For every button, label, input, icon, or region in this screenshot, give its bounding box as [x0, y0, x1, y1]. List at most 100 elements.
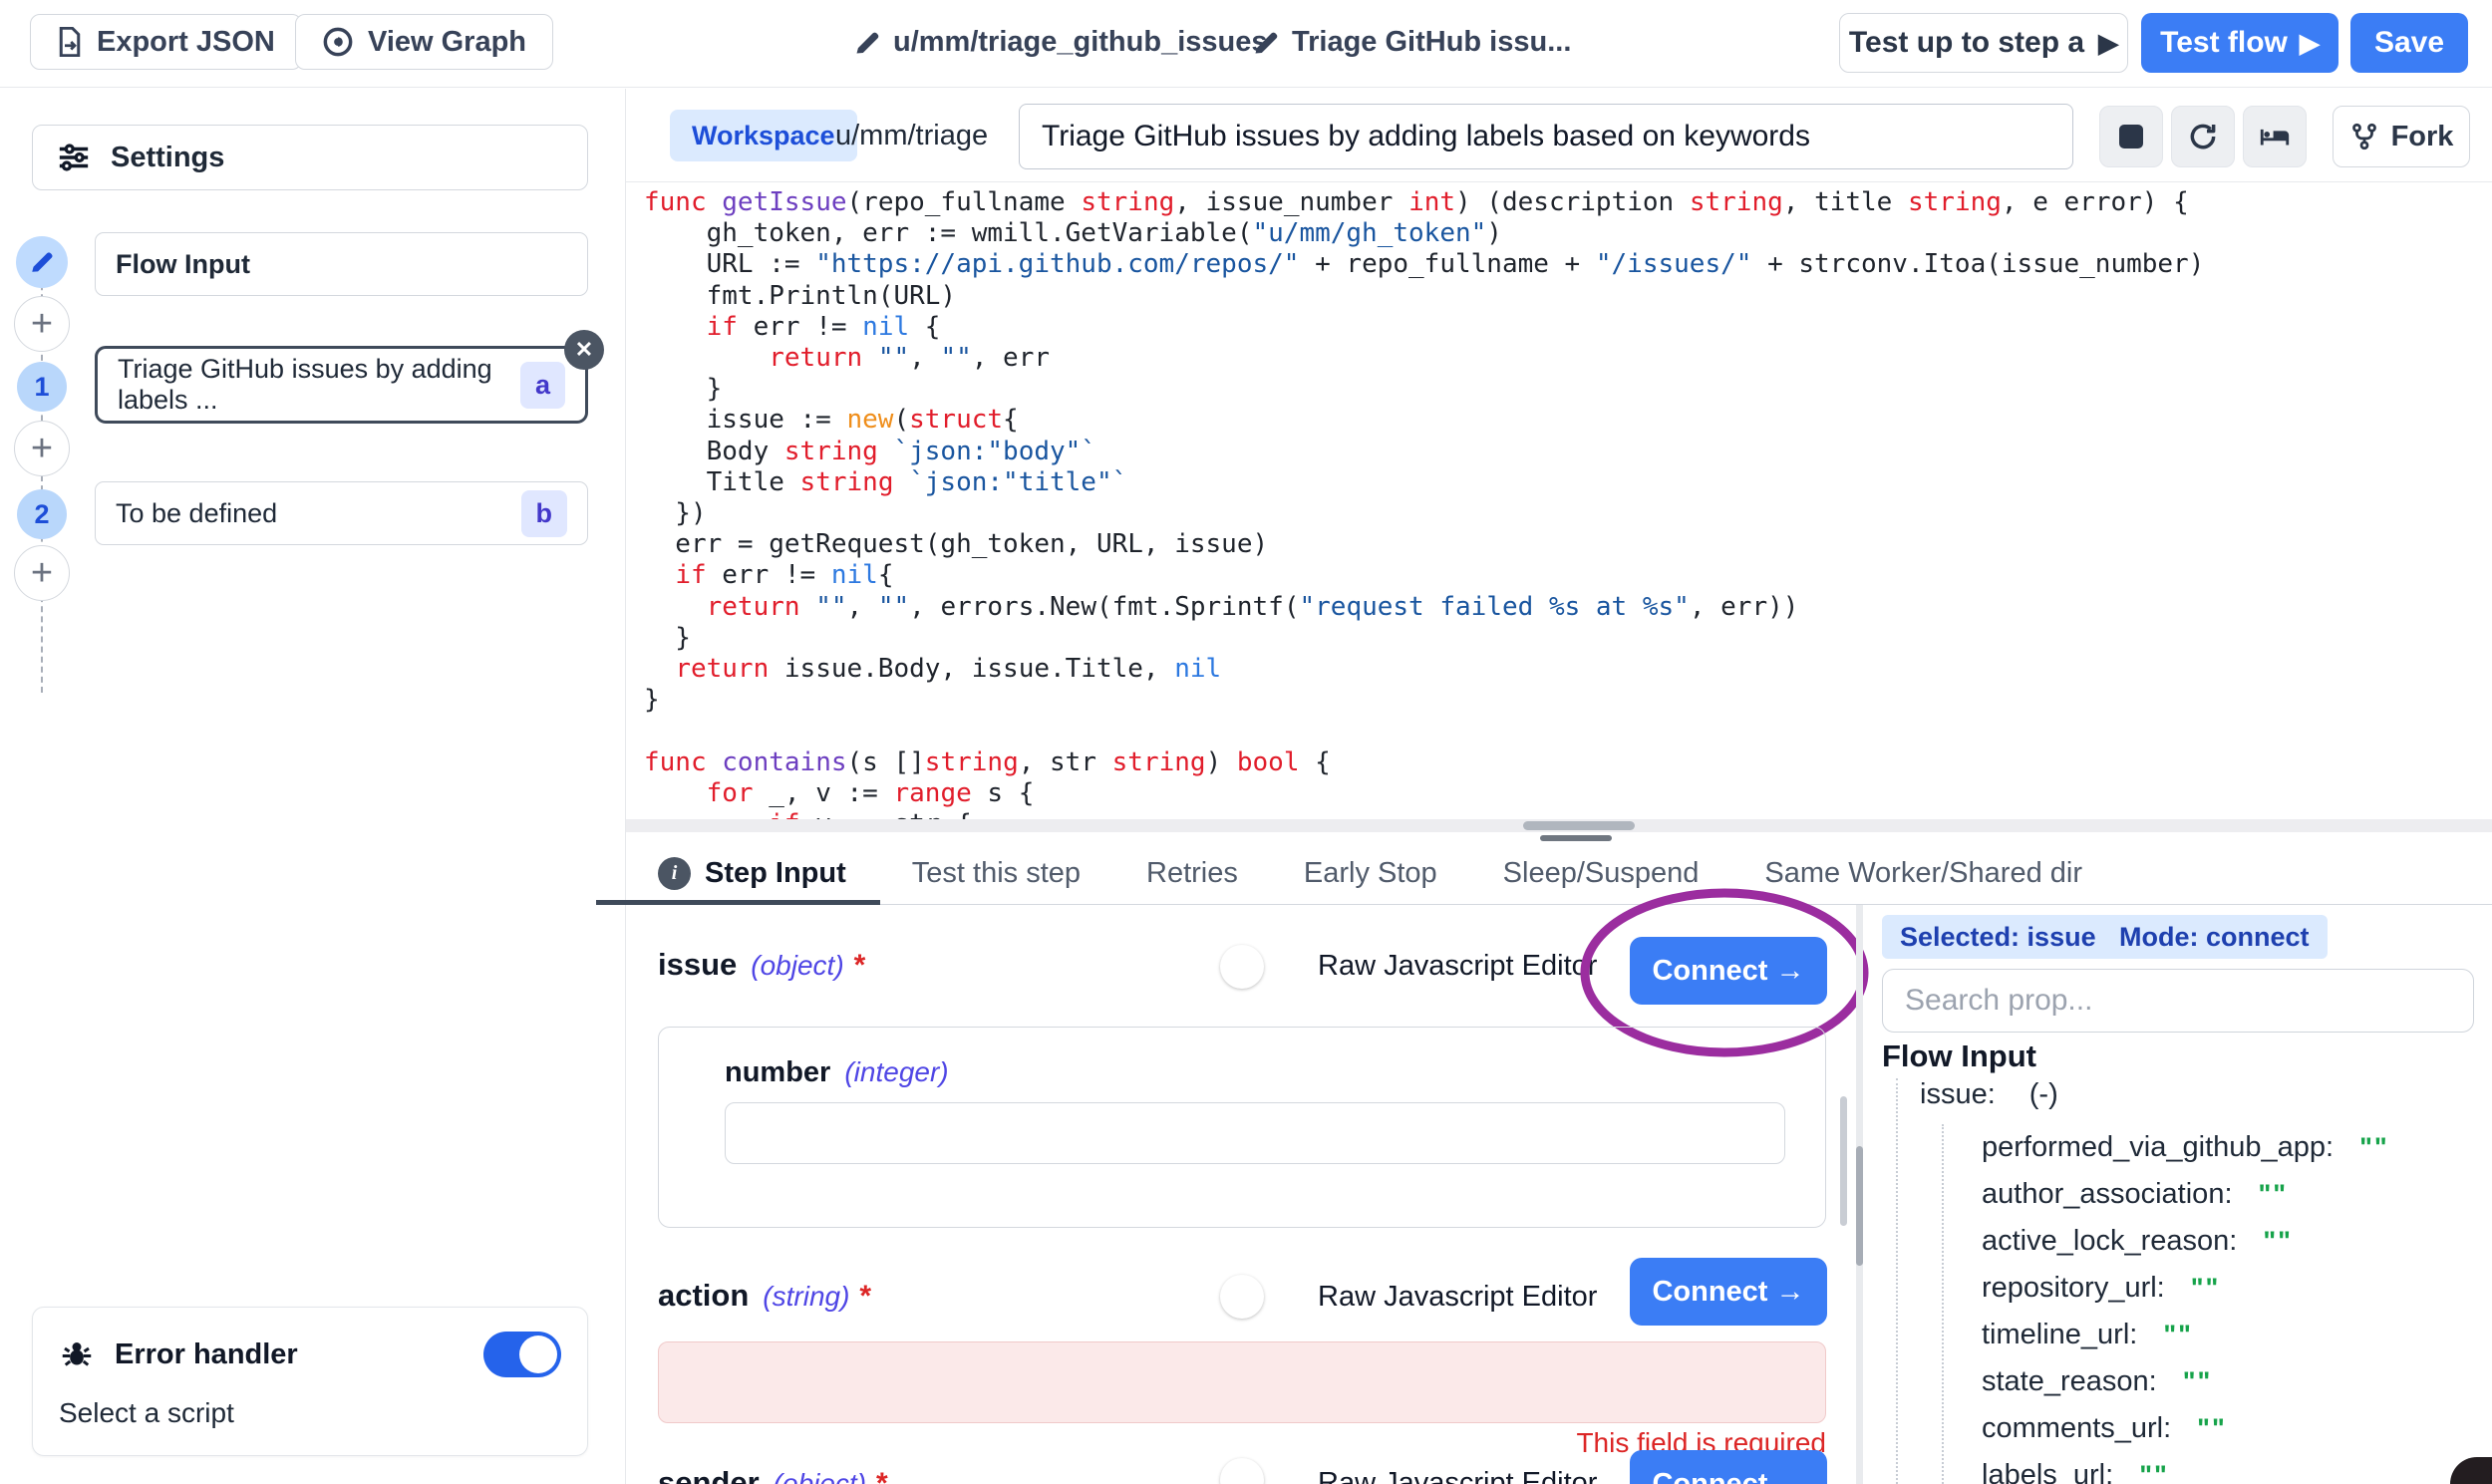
- bed-icon: [2258, 120, 2292, 153]
- sleep-button[interactable]: [2243, 106, 2307, 167]
- code-line: [644, 716, 2488, 746]
- code-line: }: [644, 374, 2488, 405]
- code-line: }: [644, 623, 2488, 654]
- sliders-icon: [57, 141, 91, 174]
- step-tabs: iStep Input Test this step Retries Early St…: [626, 842, 2492, 905]
- fork-label: Fork: [2391, 121, 2454, 153]
- selected-badge: Selected: issue: [1882, 915, 2114, 959]
- prop-row-repository_url[interactable]: repository_url:"": [1982, 1265, 2492, 1312]
- tab-early-stop[interactable]: Early Stop: [1304, 842, 1437, 904]
- required-asterisk: *: [854, 949, 866, 982]
- add-step-button[interactable]: +: [14, 296, 70, 352]
- step-node-1[interactable]: Triage GitHub issues by adding labels ..…: [95, 346, 588, 424]
- error-handler-title: Error handler: [115, 1338, 298, 1371]
- number-input[interactable]: [725, 1102, 1785, 1164]
- prop-row-labels_url[interactable]: labels_url:"": [1982, 1452, 2492, 1484]
- sender-connect-button[interactable]: Connect →: [1630, 1450, 1827, 1484]
- settings-label: Settings: [111, 142, 224, 174]
- flow-input-node[interactable]: Flow Input: [95, 232, 588, 296]
- code-line: if err != nil{: [644, 560, 2488, 591]
- add-step-button[interactable]: +: [14, 421, 70, 476]
- pencil-icon: [29, 249, 55, 275]
- panel-resize-handle[interactable]: [1540, 835, 1612, 841]
- eye-icon: [322, 26, 354, 58]
- code-line: return "", "", errors.New(fmt.Sprintf("r…: [644, 592, 2488, 623]
- field-issue-label: issue(object)*: [658, 947, 865, 983]
- fork-button[interactable]: Fork: [2333, 106, 2470, 167]
- step-1-label: Triage GitHub issues by adding labels ..…: [118, 354, 520, 416]
- save-button[interactable]: Save: [2350, 13, 2468, 73]
- test-up-to-step-button[interactable]: Test up to step a ▶: [1839, 13, 2128, 73]
- action-connect-button[interactable]: Connect →: [1630, 1258, 1827, 1326]
- settings-button[interactable]: Settings: [32, 125, 588, 190]
- pencil-icon: [853, 29, 881, 57]
- form-scrollbar-thumb[interactable]: [1840, 1096, 1847, 1226]
- export-json-button[interactable]: Export JSON: [30, 14, 302, 70]
- view-graph-button[interactable]: View Graph: [295, 14, 553, 70]
- prop-search-input[interactable]: [1882, 969, 2474, 1033]
- issue-connect-button[interactable]: Connect →: [1630, 937, 1827, 1005]
- flow-input-label: Flow Input: [116, 249, 250, 280]
- refresh-icon: [2187, 121, 2219, 152]
- play-icon: ▶: [2300, 30, 2320, 56]
- git-fork-icon: [2349, 122, 2379, 151]
- flow-path-label: u/mm/triage: [835, 120, 988, 152]
- stop-button[interactable]: [2099, 106, 2163, 167]
- flow-summary-input[interactable]: [1019, 104, 2073, 169]
- prop-row-comments_url[interactable]: comments_url:"": [1982, 1405, 2492, 1452]
- sender-raw-editor-label: Raw Javascript Editor: [1318, 1467, 1597, 1484]
- code-line: func getIssue(repo_fullname string, issu…: [644, 187, 2488, 218]
- code-line: Body string `json:"body"`: [644, 437, 2488, 467]
- prop-row-state_reason[interactable]: state_reason:"": [1982, 1358, 2492, 1405]
- tree-guide-line: [1942, 1124, 1944, 1484]
- play-icon: ▶: [2098, 30, 2118, 56]
- tab-same-worker-shared-dir[interactable]: Same Worker/Shared dir: [1764, 842, 2082, 904]
- flow-input-tree-title: Flow Input: [1882, 1039, 2036, 1074]
- save-label: Save: [2374, 26, 2444, 60]
- test-flow-button[interactable]: Test flow ▶: [2141, 13, 2338, 73]
- info-icon: i: [658, 857, 691, 890]
- code-line: Title string `json:"title"`: [644, 467, 2488, 498]
- step-2-label: To be defined: [116, 498, 277, 529]
- breadcrumb-path[interactable]: u/mm/triage_github_issues: [853, 26, 1268, 59]
- view-graph-label: View Graph: [368, 26, 526, 59]
- flow-input-node-icon[interactable]: [16, 236, 68, 288]
- code-line: }): [644, 498, 2488, 529]
- code-editor[interactable]: func getIssue(repo_fullname string, issu…: [644, 187, 2488, 821]
- panel-scrollbar-thumb[interactable]: [1856, 1146, 1863, 1266]
- field-sender-label: sender(object)*: [658, 1465, 888, 1484]
- field-number-label: number(integer): [725, 1056, 949, 1089]
- field-action-label: action(string)*: [658, 1278, 871, 1314]
- top-toolbar: Export JSON View Graph u/mm/triage_githu…: [0, 0, 2492, 88]
- code-line: func contains(s []string, str string) bo…: [644, 747, 2488, 778]
- code-hscrollbar-thumb[interactable]: [1523, 821, 1635, 830]
- action-raw-editor-label: Raw Javascript Editor: [1318, 1281, 1597, 1314]
- breadcrumb-title-label: Triage GitHub issu...: [1292, 26, 1571, 59]
- remove-step-button[interactable]: ✕: [564, 330, 604, 370]
- prop-row-performed_via_github_app[interactable]: performed_via_github_app:"": [1982, 1124, 2492, 1171]
- tab-step-input[interactable]: iStep Input: [658, 842, 846, 904]
- tab-sleep-suspend[interactable]: Sleep/Suspend: [1503, 842, 1700, 904]
- prop-row-active_lock_reason[interactable]: active_lock_reason:"": [1982, 1218, 2492, 1265]
- workspace-badge: Workspace: [670, 110, 857, 161]
- step-node-2[interactable]: To be defined b: [95, 481, 588, 545]
- mode-badge: Mode: connect: [2101, 915, 2328, 959]
- code-line: return issue.Body, issue.Title, nil: [644, 654, 2488, 685]
- tree-root-issue[interactable]: issue:(-): [1920, 1078, 2058, 1111]
- export-json-label: Export JSON: [97, 26, 275, 59]
- error-handler-card: Error handler Select a script: [32, 1307, 588, 1456]
- prop-row-author_association[interactable]: author_association:"": [1982, 1171, 2492, 1218]
- prop-row-timeline_url[interactable]: timeline_url:"": [1982, 1312, 2492, 1358]
- action-input-invalid[interactable]: [658, 1341, 1826, 1423]
- code-line: fmt.Println(URL): [644, 281, 2488, 312]
- error-handler-script[interactable]: Select a script: [59, 1397, 561, 1429]
- breadcrumb-title[interactable]: Triage GitHub issu...: [1252, 26, 1571, 59]
- tab-retries[interactable]: Retries: [1146, 842, 1238, 904]
- error-handler-toggle[interactable]: [483, 1332, 561, 1377]
- tab-test-this-step[interactable]: Test this step: [912, 842, 1081, 904]
- add-step-button[interactable]: +: [14, 545, 70, 601]
- refresh-button[interactable]: [2171, 106, 2235, 167]
- step-2-number: 2: [17, 489, 67, 539]
- divider: [626, 181, 2492, 182]
- flow-sidebar: Settings Flow Input + 1 Triage GitHub is…: [0, 89, 626, 1484]
